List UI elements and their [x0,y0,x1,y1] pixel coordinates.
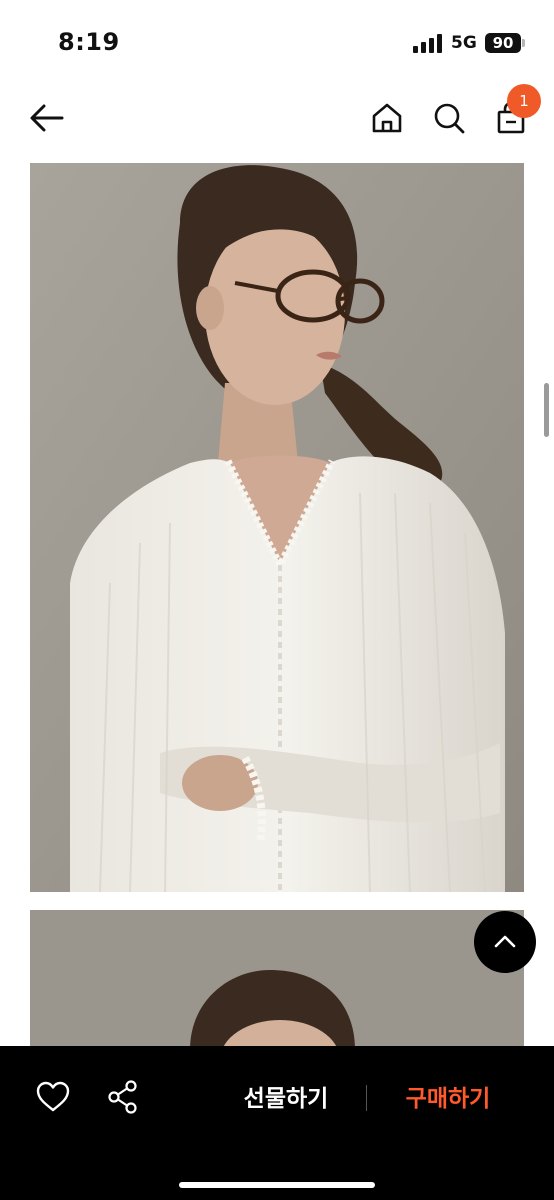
product-photo-model [30,163,524,892]
status-bar: 8:19 5G 90 [0,0,554,88]
arrow-left-icon [30,104,64,132]
share-icon [108,1080,137,1114]
product-image-2[interactable] [30,910,524,1050]
share-button[interactable] [104,1079,142,1115]
product-detail-screen: 8:19 5G 90 1 선물하기 구매하기 [0,0,554,1200]
scroll-indicator[interactable] [544,383,549,437]
divider [366,1085,367,1111]
status-time: 8:19 [58,28,120,56]
home-icon [372,103,402,133]
buy-button[interactable]: 구매하기 [388,1079,508,1119]
product-image-1[interactable] [30,163,524,892]
heart-icon [36,1081,70,1112]
gift-button[interactable]: 선물하기 [226,1079,346,1119]
signal-icon [413,34,442,53]
cart-count-badge: 1 [507,84,541,118]
battery-tip [522,39,525,47]
network-label: 5G [451,33,477,53]
scroll-to-top-button[interactable] [474,911,536,973]
bottom-action-bar: 선물하기 구매하기 [0,1046,554,1200]
home-button[interactable] [368,99,406,137]
like-button[interactable] [34,1079,72,1115]
top-nav: 1 [0,84,554,150]
chevron-up-icon [494,935,516,948]
battery-level: 90 [492,34,514,52]
home-indicator [179,1182,375,1188]
product-photo-model-2 [30,910,524,1050]
search-icon [434,103,465,134]
back-button[interactable] [26,100,68,136]
battery-icon: 90 [485,33,521,53]
search-button[interactable] [430,99,468,137]
